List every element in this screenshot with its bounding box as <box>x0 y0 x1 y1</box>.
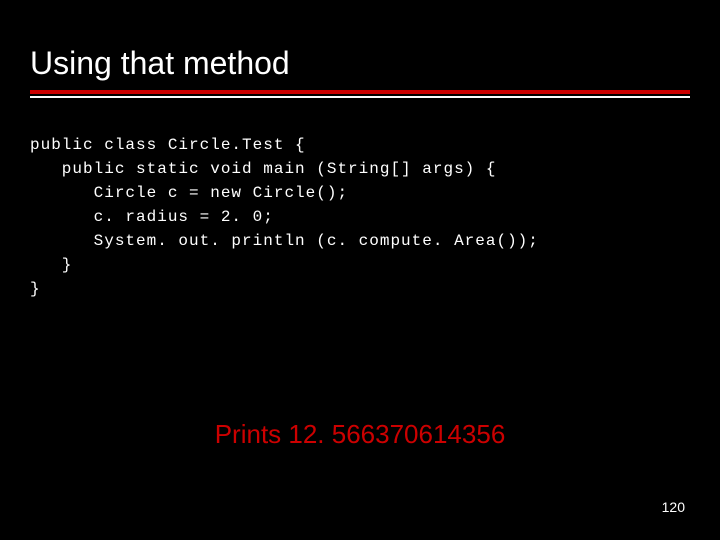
code-line-1: public class Circle.Test { <box>30 136 306 154</box>
code-block: public class Circle.Test { public static… <box>30 133 690 301</box>
code-line-6: } <box>30 256 72 274</box>
underline-red-bar <box>30 90 690 94</box>
result-output: Prints 12. 566370614356 <box>0 419 720 450</box>
title-underline <box>30 90 690 98</box>
code-line-7: } <box>30 280 41 298</box>
code-line-3: Circle c = new Circle(); <box>30 184 348 202</box>
code-line-2: public static void main (String[] args) … <box>30 160 496 178</box>
page-number: 120 <box>662 499 685 515</box>
slide-container: Using that method public class Circle.Te… <box>0 0 720 540</box>
slide-title: Using that method <box>30 45 690 82</box>
code-line-5: System. out. println (c. compute. Area()… <box>30 232 539 250</box>
underline-white-bar <box>30 96 690 98</box>
code-line-4: c. radius = 2. 0; <box>30 208 274 226</box>
